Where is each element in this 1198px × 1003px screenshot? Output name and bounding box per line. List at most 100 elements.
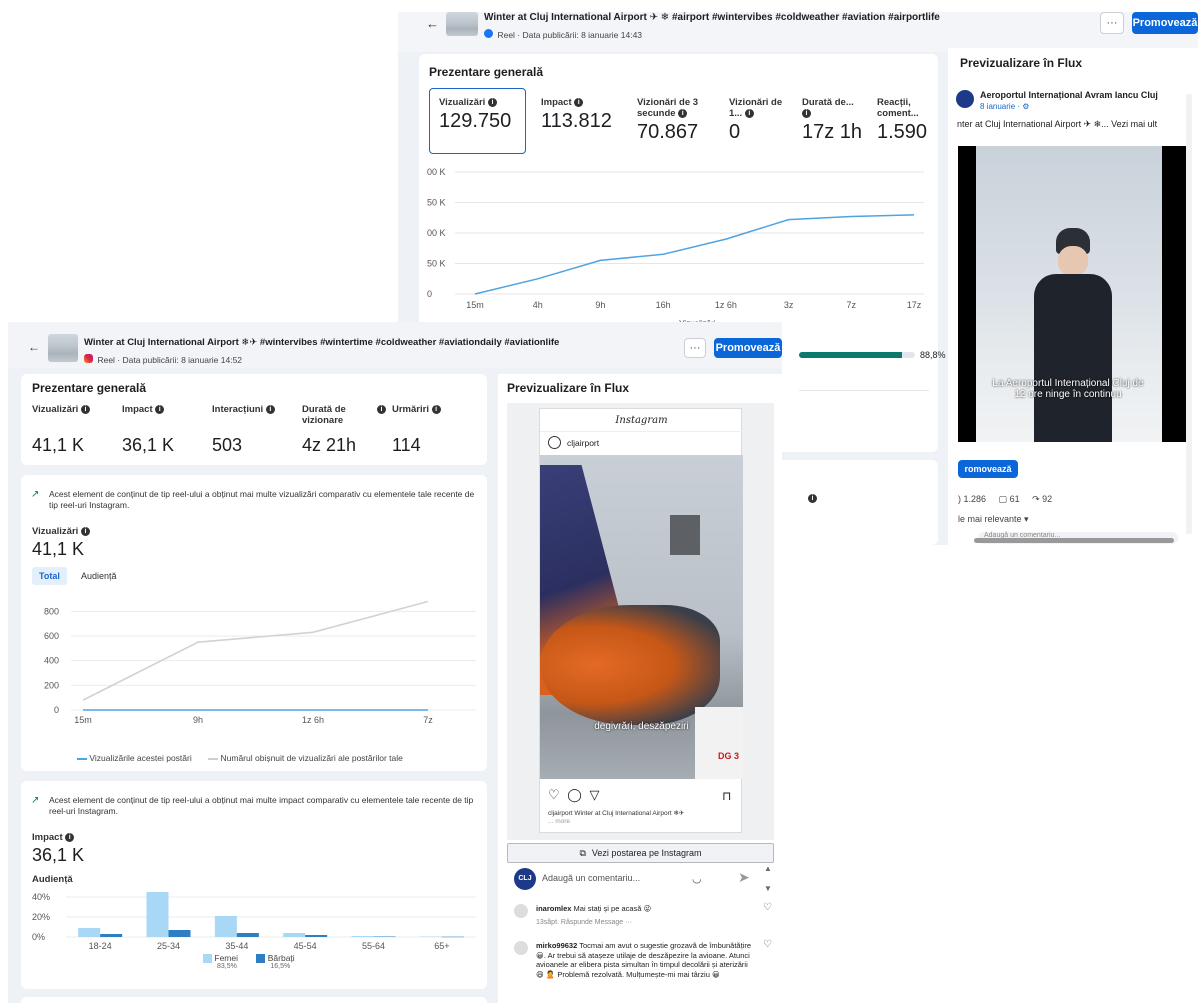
fb-views-chart: 00 K 50 K 00 K 50 K 0 15m 4h 9h 16h 1z 6h 3z 7z 17z xyxy=(427,167,924,310)
ig-header: ← Winter at Cluj International Airport ❄… xyxy=(8,322,782,368)
scroll-up-icon[interactable]: ▲ xyxy=(764,864,772,873)
insight-text: Acest element de conținut de tip reel-ul… xyxy=(49,489,475,510)
scroll-down-icon[interactable]: ▼ xyxy=(764,884,772,893)
y-tick-label: 50 K xyxy=(427,198,446,208)
y-tick-label: 0 xyxy=(427,289,432,299)
y-tick-label: 600 xyxy=(44,631,59,641)
info-icon: i xyxy=(80,404,90,414)
instagram-icon xyxy=(84,354,93,364)
send-icon[interactable]: ➤ xyxy=(738,869,750,886)
view-on-instagram-button[interactable]: ⧉ Vezi postarea pe Instagram xyxy=(507,843,774,863)
promote-button[interactable]: Promovează xyxy=(1132,12,1198,34)
info-icon: i xyxy=(155,404,165,414)
sort-dropdown[interactable]: le mai relevante ▾ xyxy=(958,514,1029,525)
metric-1[interactable]: Impact i 113.812 xyxy=(541,97,621,133)
metric-5[interactable]: Reacții, coment... 1.590 xyxy=(877,97,938,144)
trend-icon: ↗ xyxy=(31,489,40,500)
comment-input[interactable]: Adaugă un comentariu... xyxy=(542,873,692,883)
x-tick-label: 15m xyxy=(74,715,92,725)
account-name[interactable]: cljairport xyxy=(567,438,599,448)
metric-1[interactable]: Impact i xyxy=(122,404,165,415)
preview-title: Previzualizare în Flux xyxy=(507,381,630,395)
x-tick-label: 9h xyxy=(595,300,605,310)
h-scrollbar[interactable] xyxy=(974,538,1174,543)
back-arrow-icon[interactable]: ← xyxy=(426,16,439,31)
metric-2[interactable]: Interacțiuni i xyxy=(212,404,275,415)
back-arrow-icon[interactable]: ← xyxy=(28,340,40,354)
scrollbar[interactable] xyxy=(1186,94,1192,534)
share-icon[interactable]: ▽ xyxy=(589,787,599,802)
y-tick-label: 0 xyxy=(54,705,59,715)
info-icon: i xyxy=(80,526,90,536)
post-photo: DG 3 degivrări, deszăpeziri xyxy=(540,455,743,779)
metric-4[interactable]: Durată de... i 17z 1h xyxy=(802,97,864,144)
commenter-avatar xyxy=(514,941,528,955)
ig-audience-chart: 0% 20% 40% 18-24 25-34 35-44 45-54 55-64 65+ xyxy=(32,892,476,951)
x-tick-label: 1z 6h xyxy=(302,715,324,725)
x-tick-label: 45-54 xyxy=(294,941,317,951)
x-tick-label: 1z 6h xyxy=(715,300,737,310)
comment-icon: ▢ xyxy=(998,494,1008,504)
info-icon: i xyxy=(802,108,811,118)
metric-3[interactable]: Vizionări de 1... i 0 xyxy=(729,97,787,144)
views-label: Vizualizări i xyxy=(32,526,90,537)
page-avatar xyxy=(956,90,974,108)
y-tick-label: 50 K xyxy=(427,259,446,269)
more-button[interactable]: ··· xyxy=(1100,12,1124,34)
overview-title: Prezentare generală xyxy=(32,381,147,395)
post-caption: cljairport Winter at Cluj International … xyxy=(548,810,685,825)
info-icon: i xyxy=(808,494,817,503)
external-link-icon: ⧉ xyxy=(579,847,586,858)
metric-2[interactable]: Vizionări de 3 secunde i 70.867 xyxy=(637,97,715,144)
preview-page-name: Aeroportul Internațional Avram Iancu Clu… xyxy=(980,90,1158,100)
video-frame[interactable]: La Aeroportul Internațional Cluj de 12 o… xyxy=(958,146,1186,442)
metric-3-value: 4z 21h xyxy=(302,435,357,455)
overview-title: Prezentare generală xyxy=(429,65,544,79)
ig-preview-pane: Previzualizare în Flux Instagram cljairp… xyxy=(498,374,782,1003)
like-icon[interactable]: ♡ xyxy=(548,787,560,802)
bar-45-54-0 xyxy=(283,933,306,937)
metric-4[interactable]: Urmăriri i xyxy=(392,404,441,415)
ig-views-card: ↗ Acest element de conținut de tip reel-… xyxy=(21,475,487,771)
emoji-icon[interactable]: ◡ xyxy=(692,872,702,885)
promote-button[interactable]: Promovează xyxy=(714,338,782,358)
ig-next-card xyxy=(21,997,487,1003)
like-comment-icon[interactable]: ♡ xyxy=(763,939,772,950)
bookmark-icon[interactable]: ⊓ xyxy=(722,789,731,803)
x-tick-label: 17z xyxy=(907,300,922,310)
comment-icon[interactable]: ◯ xyxy=(567,787,582,802)
bar-65+-1 xyxy=(441,936,464,938)
account-avatar xyxy=(548,436,561,449)
metric-2-value: 503 xyxy=(212,435,243,455)
post-title: Winter at Cluj International Airport ✈ ❄… xyxy=(484,12,940,23)
info-icon: i xyxy=(744,108,754,118)
bar-45-54-1 xyxy=(305,935,328,937)
tab-total[interactable]: Total xyxy=(32,567,67,585)
x-tick-label: 7z xyxy=(423,715,433,725)
tab-audience[interactable]: Audiență xyxy=(81,571,117,581)
preview-promote-button[interactable]: romovează xyxy=(958,460,1018,478)
x-tick-label: 9h xyxy=(193,715,203,725)
post-actions: ♡ ◯ ▽ xyxy=(548,787,599,803)
ig-logo: Instagram xyxy=(615,415,668,426)
metric-0[interactable]: Vizualizări i 129.750 xyxy=(439,97,519,133)
ig-logo-divider xyxy=(540,431,743,432)
legend-swatch-m xyxy=(256,954,266,964)
truck-label: DG 3 xyxy=(718,751,740,761)
bar-18-24-0 xyxy=(78,928,101,937)
x-tick-label: 25-34 xyxy=(157,941,180,951)
like-comment-icon[interactable]: ♡ xyxy=(763,902,772,913)
ig-overview-card: Prezentare generală Vizualizări i 41,1 K… xyxy=(21,374,487,465)
post-subtitle: Reel · Data publicării: 8 ianuarie 14:52 xyxy=(97,355,243,365)
bar-18-24-1 xyxy=(100,934,123,937)
insight-text: Acest element de conținut de tip reel-ul… xyxy=(49,795,474,816)
metric-0[interactable]: Vizualizări i xyxy=(32,404,90,415)
facebook-icon xyxy=(484,29,493,39)
legend-swatch-2 xyxy=(208,757,219,760)
metric-1-value: 36,1 K xyxy=(122,435,175,455)
more-button[interactable]: ··· xyxy=(684,338,706,358)
metric-3[interactable]: Durată de vizionare xyxy=(302,404,372,426)
engagement-row: ) 1.286 ▢ 61 ↷ 92 xyxy=(958,494,1053,504)
progress-track xyxy=(799,352,915,358)
legend-swatch-f xyxy=(203,954,212,964)
